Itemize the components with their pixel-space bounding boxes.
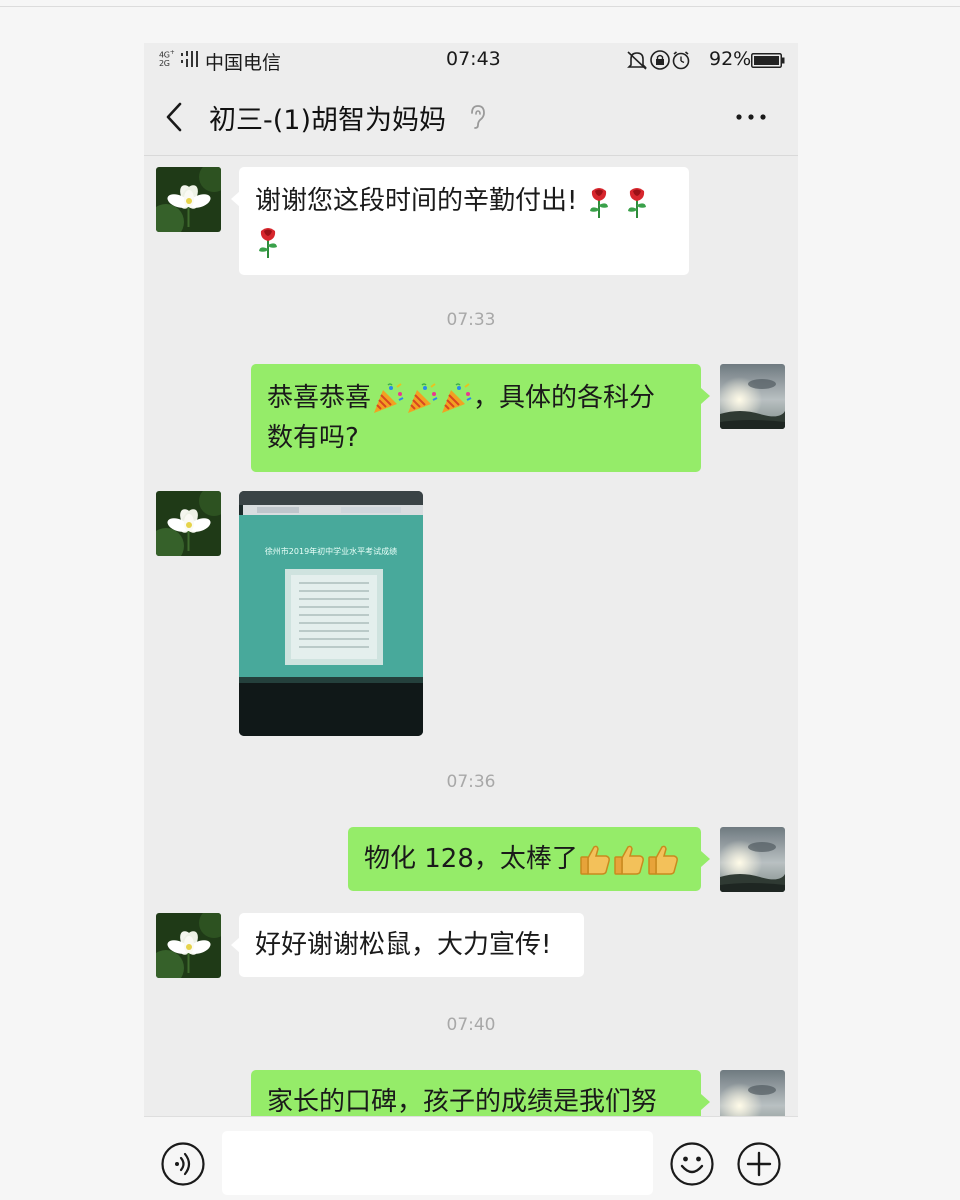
message-input[interactable] — [222, 1131, 653, 1195]
message-text: 物化 128，太棒了 — [364, 844, 578, 874]
mute-icon — [627, 51, 647, 70]
battery-percent: 92% — [709, 48, 752, 70]
chat-title: 初三-(1)胡智为妈妈 — [209, 105, 446, 136]
alarm-icon — [672, 51, 690, 70]
ellipsis-icon[interactable] — [734, 101, 768, 133]
chat-header: 初三-(1)胡智为妈妈 — [144, 85, 798, 156]
my-avatar[interactable] — [720, 827, 785, 892]
voice-icon[interactable] — [160, 1141, 206, 1187]
message-timestamp: 07:33 — [446, 310, 496, 330]
message-text: 家长的口碑，孩子的成绩是我们努 — [267, 1087, 658, 1117]
message-text: 好好谢谢松鼠，大力宣传! — [255, 930, 552, 960]
party-popper-icon — [442, 382, 472, 413]
rose-icon — [589, 187, 608, 218]
message-timestamp: 07:36 — [446, 772, 496, 792]
plus-icon[interactable] — [736, 1141, 782, 1187]
input-bar — [144, 1116, 798, 1200]
message-text: ，具体的各科分 — [473, 383, 656, 413]
message-bubble-sent[interactable]: 物化 128，太棒了 — [348, 827, 710, 891]
phone-screen: 4G+ 2G 中国电信 07:43 92% 初三-(1)胡智为妈妈 谢谢您这段时… — [144, 43, 798, 1200]
battery-icon — [751, 53, 785, 68]
signal-icon — [181, 51, 198, 67]
message-bubble-sent[interactable]: 恭喜恭喜 ，具体的各科分数有吗? — [251, 364, 710, 472]
smiley-icon[interactable] — [669, 1141, 715, 1187]
status-bar: 4G+ 2G 中国电信 07:43 92% — [144, 43, 798, 79]
message-text: 谢谢您这段时间的辛勤付出! — [255, 186, 578, 216]
party-popper-icon — [408, 382, 438, 413]
party-popper-icon — [374, 382, 404, 413]
chevron-left-icon[interactable] — [162, 101, 188, 133]
contact-avatar[interactable] — [156, 491, 221, 556]
message-bubble-received[interactable]: 谢谢您这段时间的辛勤付出! — [231, 167, 689, 275]
photo-caption: 徐州市2019年初中学业水平考试成绩 — [264, 547, 398, 556]
thumbs-up-icon — [648, 845, 678, 875]
message-timestamp: 07:40 — [446, 1015, 496, 1035]
carrier-name: 中国电信 — [205, 52, 282, 74]
rotation-lock-icon — [650, 50, 670, 70]
rose-icon — [627, 187, 646, 218]
status-icons — [627, 50, 690, 70]
message-text: 数有吗? — [267, 423, 359, 453]
message-bubble-received[interactable]: 好好谢谢松鼠，大力宣传! — [231, 913, 584, 977]
message-text: 恭喜恭喜 — [267, 383, 372, 413]
photo-message[interactable]: 徐州市2019年初中学业水平考试成绩 — [239, 491, 423, 736]
top-divider — [0, 6, 960, 7]
thumbs-up-icon — [580, 845, 610, 875]
my-avatar[interactable] — [720, 364, 785, 429]
contact-avatar[interactable] — [156, 167, 221, 232]
rose-icon — [259, 227, 277, 258]
contact-avatar[interactable] — [156, 913, 221, 978]
status-time: 07:43 — [446, 48, 501, 70]
thumbs-up-icon — [614, 845, 644, 875]
network-type-label: 4G+ 2G — [159, 49, 175, 68]
ear-icon — [471, 105, 485, 129]
